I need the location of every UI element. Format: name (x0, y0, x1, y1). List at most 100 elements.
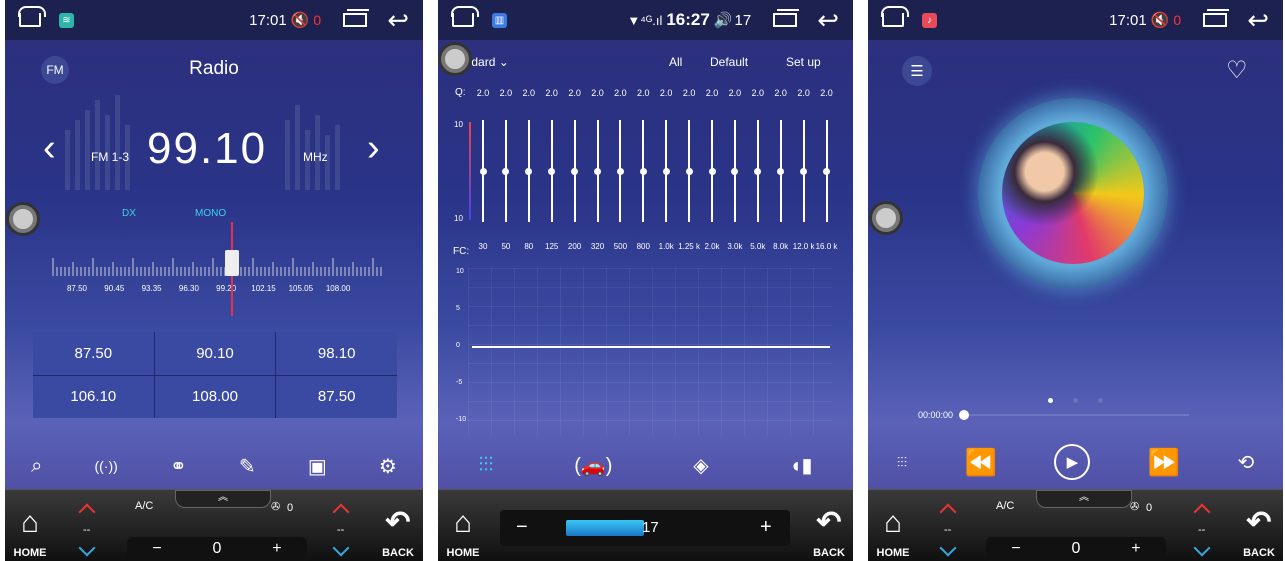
search-icon[interactable]: ⌕ (31, 455, 42, 478)
home-button[interactable]: ⌂ HOME (440, 489, 486, 561)
preset-button[interactable]: 108.00 (154, 375, 276, 418)
fc-value[interactable]: 5.0k (747, 242, 769, 251)
eq-band-knob[interactable] (777, 168, 785, 175)
equalizer-icon[interactable]: ⫶⫶⫶ (478, 454, 493, 477)
fc-value[interactable]: 2.0k (701, 242, 723, 251)
q-value[interactable]: 2.0 (683, 88, 696, 98)
q-value[interactable]: 2.0 (523, 88, 536, 98)
progress-thumb[interactable] (959, 410, 969, 420)
progress-track[interactable] (963, 414, 1189, 416)
q-value[interactable]: 2.0 (637, 88, 650, 98)
eq-band-slider[interactable] (594, 120, 601, 222)
eq-band-slider[interactable] (571, 120, 579, 222)
prev-station-button[interactable]: ‹ (43, 128, 56, 168)
fc-value[interactable]: 30 (472, 242, 494, 251)
preset-button[interactable]: 87.50 (276, 375, 397, 418)
eq-band-knob[interactable] (616, 168, 624, 175)
drawer-handle[interactable]: ︽ (175, 490, 271, 508)
tuning-knob[interactable] (225, 250, 239, 276)
temp-up-left-icon[interactable] (78, 503, 96, 521)
repeat-icon[interactable]: ⟲ (1238, 450, 1255, 475)
stepper-minus-button[interactable]: − (152, 540, 161, 558)
eq-band-slider[interactable] (502, 120, 510, 222)
home-button[interactable]: ⌂ HOME (7, 489, 53, 561)
temp-down-left-icon[interactable] (939, 539, 957, 557)
home-button[interactable]: ⌂ HOME (870, 489, 916, 561)
home-icon[interactable] (881, 6, 909, 27)
next-station-button[interactable]: › (367, 128, 380, 168)
play-icon[interactable]: ▶ (1054, 444, 1091, 480)
fc-value[interactable]: 1.25 k (678, 242, 700, 251)
drawer-handle[interactable]: ︽ (1036, 490, 1132, 508)
stepper-minus-button[interactable]: − (1011, 540, 1020, 558)
eq-band-knob[interactable] (502, 168, 510, 175)
stepper-plus-button[interactable]: + (1131, 540, 1140, 558)
eq-band-slider[interactable] (754, 120, 762, 222)
eq-band-knob[interactable] (800, 168, 808, 175)
temp-down-right-icon[interactable] (332, 539, 350, 557)
q-value[interactable]: 2.0 (752, 88, 765, 98)
q-value[interactable]: 2.0 (500, 88, 513, 98)
recent-apps-icon[interactable] (343, 9, 370, 27)
back-arrow-icon[interactable]: ↩ (817, 7, 839, 33)
q-value[interactable]: 2.0 (477, 88, 490, 98)
preset-button[interactable]: 98.10 (276, 332, 397, 375)
preset-button[interactable]: 87.50 (33, 332, 154, 375)
fc-value[interactable]: 500 (609, 242, 631, 251)
q-value[interactable]: 2.0 (591, 88, 604, 98)
ac-button[interactable]: A/C (996, 500, 1014, 512)
signal-icon[interactable]: ((·)) (94, 458, 117, 474)
stepper-plus-button[interactable]: + (272, 540, 281, 558)
tab-default[interactable]: Default (710, 55, 748, 69)
floating-assist-button[interactable] (9, 205, 37, 233)
eq-band-knob[interactable] (823, 168, 830, 175)
eq-band-slider[interactable] (800, 120, 808, 222)
fc-value[interactable]: 800 (632, 242, 654, 251)
back-button[interactable]: ↶ BACK (1236, 489, 1282, 561)
preset-button[interactable]: 90.10 (154, 332, 276, 375)
temp-up-right-icon[interactable] (1193, 503, 1211, 521)
volume-minus-button[interactable]: − (516, 516, 528, 539)
q-value[interactable]: 2.0 (820, 88, 833, 98)
floating-assist-button[interactable] (872, 204, 900, 232)
back-button[interactable]: ↶ BACK (375, 489, 421, 561)
edit-icon[interactable]: ✎ (239, 454, 256, 479)
back-button[interactable]: ↶ BACK (806, 489, 852, 561)
eq-band-slider[interactable] (662, 120, 670, 222)
eq-band-slider[interactable] (525, 120, 533, 222)
playlist-button[interactable]: ☰ (902, 56, 932, 86)
eq-band-slider[interactable] (731, 120, 739, 222)
fc-value[interactable]: 8.0k (770, 242, 792, 251)
temp-down-left-icon[interactable] (78, 539, 96, 557)
save-icon[interactable]: ▣ (308, 454, 327, 479)
eq-band-slider[interactable] (708, 120, 716, 222)
eq-band-slider[interactable] (548, 120, 556, 222)
balance-icon[interactable]: ◈ (693, 453, 708, 478)
eq-band-knob[interactable] (571, 168, 579, 175)
fc-value[interactable]: 125 (541, 242, 563, 251)
fc-value[interactable]: 16.0 k (816, 242, 838, 251)
recent-apps-icon[interactable] (773, 9, 800, 27)
fast-forward-icon[interactable]: ⏩ (1148, 447, 1180, 478)
eq-band-knob[interactable] (479, 168, 487, 175)
fc-value[interactable]: 12.0 k (793, 242, 815, 251)
rewind-icon[interactable]: ⏪ (965, 447, 997, 478)
eq-band-knob[interactable] (662, 168, 670, 175)
q-value[interactable]: 2.0 (614, 88, 627, 98)
stereo-icon[interactable]: ⚭ (170, 454, 187, 479)
eq-band-knob[interactable] (685, 168, 693, 175)
q-value[interactable]: 2.0 (660, 88, 673, 98)
q-value[interactable]: 2.0 (706, 88, 719, 98)
preset-button[interactable]: 106.10 (33, 375, 154, 418)
ac-button[interactable]: A/C (135, 500, 153, 512)
q-value[interactable]: 2.0 (545, 88, 558, 98)
eq-band-knob[interactable] (731, 168, 739, 175)
eq-band-slider[interactable] (777, 120, 785, 222)
back-arrow-icon[interactable]: ↩ (387, 7, 409, 33)
volume-plus-button[interactable]: + (760, 516, 772, 539)
eq-band-slider[interactable] (479, 120, 487, 222)
tab-set-up[interactable]: Set up (786, 55, 821, 69)
eq-band-slider[interactable] (685, 120, 693, 222)
eq-band-knob[interactable] (594, 168, 601, 175)
fc-value[interactable]: 3.0k (724, 242, 746, 251)
